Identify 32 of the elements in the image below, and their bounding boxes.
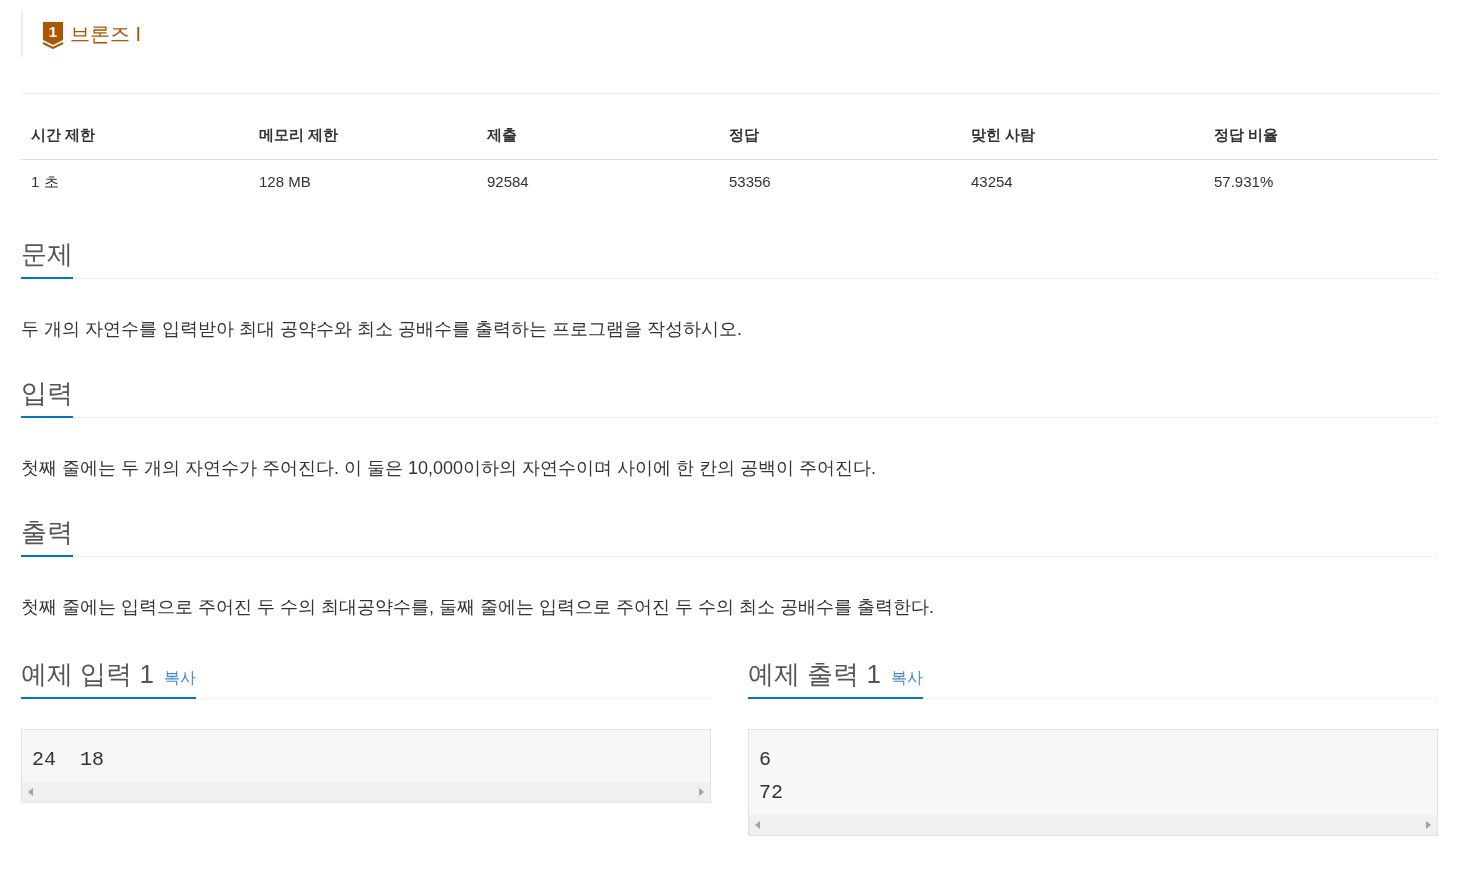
section-heading: 예제 입력 1 [21, 658, 154, 691]
section-heading: 출력 [21, 516, 73, 549]
horizontal-scrollbar[interactable] [749, 815, 1437, 835]
scroll-right-arrow-icon[interactable] [1426, 821, 1431, 829]
section-heading: 문제 [21, 238, 73, 271]
table-cell-text: 57.931% [1213, 171, 1275, 192]
scroll-left-arrow-icon[interactable] [28, 788, 33, 796]
section-heading: 예제 출력 1 [748, 658, 881, 691]
section-text: 첫째 줄에는 두 개의 자연수가 주어진다. 이 둘은 10,000이하의 자연수이며 사이에 한 칸의 공백이 주어진다. [21, 457, 878, 480]
table-cell-text: 43254 [970, 171, 1014, 192]
tier-label: 브론즈 I [70, 22, 142, 46]
column-header: 제출 [486, 125, 518, 145]
code-line: 24 18 [32, 747, 105, 773]
horizontal-scrollbar[interactable] [22, 782, 710, 802]
column-header: 정답 [728, 125, 760, 145]
column-header: 시간 제한 [30, 125, 97, 145]
code-line: 72 [759, 780, 784, 806]
table-cell-text: 92584 [486, 171, 530, 192]
table-cell-text: 128 MB [258, 171, 312, 192]
scroll-left-arrow-icon[interactable] [755, 821, 760, 829]
column-header: 맞힌 사람 [970, 125, 1037, 145]
column-header: 메모리 제한 [258, 125, 340, 145]
section-text: 두 개의 자연수를 입력받아 최대 공약수와 최소 공배수를 출력하는 프로그램을 작성하시오. [21, 318, 743, 341]
table-cell-text: 53356 [728, 171, 772, 192]
copy-link[interactable]: 복사 [163, 666, 196, 690]
copy-link[interactable]: 복사 [890, 666, 923, 690]
scroll-right-arrow-icon[interactable] [699, 788, 704, 796]
section-text: 첫째 줄에는 입력으로 주어진 두 수의 최대공약수를, 둘째 줄에는 입력으로 주어진 두 수의 최소 공배수를 출력한다. [21, 596, 936, 619]
code-line: 6 [759, 747, 772, 773]
section-heading: 입력 [21, 377, 73, 410]
column-header: 정답 비율 [1213, 125, 1280, 145]
table-cell-text: 1 초 [30, 171, 60, 192]
